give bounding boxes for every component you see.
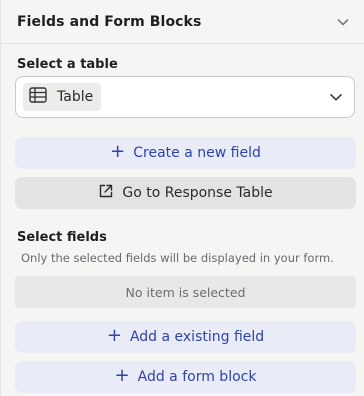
select-fields-label: Select fields xyxy=(17,230,107,245)
select-fields-hint: Only the selected fields will be display… xyxy=(21,251,334,265)
create-field-button[interactable]: + Create a new field xyxy=(15,137,356,169)
selected-table-value: Table xyxy=(57,89,94,105)
panel-title: Fields and Form Blocks xyxy=(17,13,202,30)
create-field-label: Create a new field xyxy=(133,145,261,161)
selected-table-chip: Table xyxy=(23,83,102,111)
go-to-response-label: Go to Response Table xyxy=(122,185,273,201)
plus-icon: + xyxy=(110,141,126,162)
selected-fields-empty-state: No item is selected xyxy=(15,276,356,308)
panel-header[interactable]: Fields and Form Blocks xyxy=(1,0,364,44)
go-to-response-table-button[interactable]: Go to Response Table xyxy=(15,177,356,209)
chevron-down-icon[interactable] xyxy=(335,14,351,30)
add-existing-field-label: Add a existing field xyxy=(129,329,265,345)
select-table-label: Select a table xyxy=(17,57,118,72)
plus-icon: + xyxy=(106,325,122,346)
plus-icon: + xyxy=(114,365,130,386)
add-form-block-button[interactable]: + Add a form block xyxy=(15,361,356,393)
table-icon xyxy=(29,87,47,107)
table-select[interactable]: Table xyxy=(15,76,355,118)
external-link-icon xyxy=(98,183,114,203)
add-form-block-label: Add a form block xyxy=(137,369,257,385)
add-existing-field-button[interactable]: + Add a existing field xyxy=(15,321,356,353)
fields-form-blocks-panel: Fields and Form Blocks Select a table Ta… xyxy=(0,0,364,396)
chevron-down-icon[interactable] xyxy=(328,89,344,105)
